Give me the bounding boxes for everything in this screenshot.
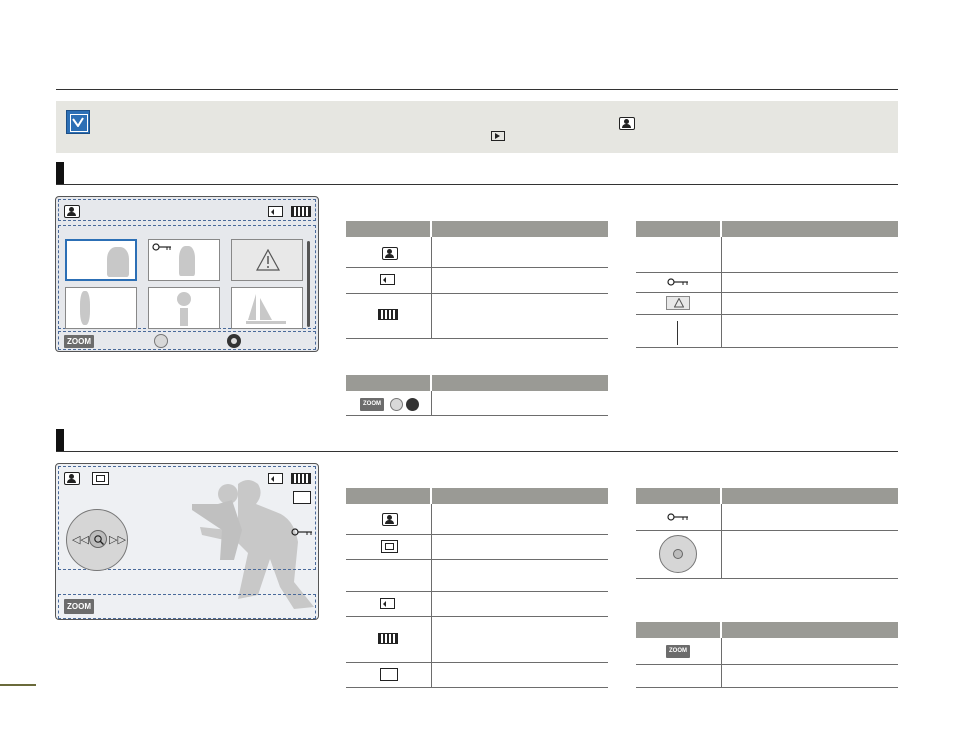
battery-icon — [378, 309, 398, 320]
protect-key-icon — [667, 513, 688, 521]
note-bar — [56, 101, 898, 153]
section-1-rule — [56, 184, 898, 185]
memory-card-icon — [380, 274, 395, 285]
table-header-cell — [722, 622, 898, 638]
thumbnail-screen: ZOOM — [55, 196, 319, 352]
table-header-cell — [432, 488, 608, 504]
ok-button-icon — [406, 398, 419, 411]
section-2-rule — [56, 451, 898, 452]
scroll-bar-icon — [677, 321, 678, 345]
slideshow-icon — [381, 540, 398, 553]
table-header-cell — [722, 221, 898, 237]
thumbnail-kids-photo[interactable] — [65, 239, 137, 281]
protect-key-icon — [667, 278, 688, 286]
slideshow-icon — [92, 472, 109, 485]
zoom-lever-icon: ZOOM — [360, 398, 384, 411]
memory-card-icon — [268, 206, 283, 217]
thumbnail-sailboat-photo[interactable] — [231, 287, 303, 329]
table-header-cell — [636, 622, 720, 638]
thumbnail-icon-table-2 — [636, 221, 898, 348]
table-header-cell — [722, 488, 898, 504]
protect-key-icon — [291, 528, 312, 536]
table-header-cell — [636, 221, 720, 237]
table-header-cell — [346, 221, 430, 237]
memory-card-icon — [268, 473, 283, 484]
rewind-icon[interactable]: ◁◁ — [72, 533, 89, 546]
thumbnail-control-table: ZOOM — [346, 375, 608, 416]
zoom-lever-icon: ZOOM — [666, 645, 690, 658]
thumbnail-soccer-photo[interactable] — [65, 287, 137, 329]
photo-playback-mode-icon — [619, 117, 635, 130]
section-1-marker — [56, 162, 64, 185]
photo-playback-mode-icon — [382, 513, 398, 526]
photo-playback-mode-icon — [382, 247, 398, 260]
single-view-screen: ◁◁ ▷▷ ZOOM — [55, 463, 319, 620]
photo-size-icon — [380, 668, 398, 681]
photo-playback-mode-icon — [64, 472, 80, 485]
photo-size-icon — [293, 491, 311, 504]
thumbnail-protected-photo[interactable] — [148, 239, 220, 281]
thumbnail-icon-table-1 — [346, 221, 608, 339]
thumbnail-error-photo[interactable] — [231, 239, 303, 281]
table-header-cell — [432, 375, 608, 391]
warning-icon — [666, 296, 690, 310]
play-button-icon — [491, 131, 505, 141]
battery-icon — [291, 206, 311, 217]
single-view-control-table: ZOOM — [636, 622, 898, 688]
nav-joystick[interactable]: ◁◁ ▷▷ — [66, 509, 128, 571]
bottom-control-zone — [58, 331, 316, 350]
nav-joystick-icon — [390, 398, 403, 411]
table-header-cell — [346, 375, 430, 391]
ok-button-icon[interactable] — [227, 334, 241, 348]
table-header-cell — [432, 221, 608, 237]
section-2-marker — [56, 429, 64, 452]
warning-icon — [256, 249, 280, 271]
memory-card-icon — [380, 598, 395, 609]
checkmark-note-icon — [66, 110, 90, 134]
table-header-cell — [346, 488, 430, 504]
nav-joystick-icon — [659, 535, 697, 573]
table-header-cell — [636, 488, 720, 504]
footer-accent-rule — [0, 684, 36, 686]
zoom-lever-icon[interactable]: ZOOM — [64, 599, 94, 614]
single-view-icon-table-1 — [346, 488, 608, 688]
battery-icon — [378, 633, 398, 644]
single-view-icon-table-2 — [636, 488, 898, 579]
magnify-icon[interactable] — [89, 530, 107, 548]
protect-key-icon — [152, 243, 171, 251]
top-rule — [56, 89, 898, 90]
nav-joystick-icon[interactable] — [154, 334, 168, 348]
fast-forward-icon[interactable]: ▷▷ — [109, 533, 126, 546]
thumbnail-plant-photo[interactable] — [148, 287, 220, 329]
zoom-lever-icon[interactable]: ZOOM — [64, 335, 94, 348]
bottom-control-zone — [58, 594, 316, 619]
battery-icon — [291, 473, 311, 484]
scroll-bar[interactable] — [307, 241, 310, 327]
photo-playback-mode-icon — [64, 205, 80, 218]
